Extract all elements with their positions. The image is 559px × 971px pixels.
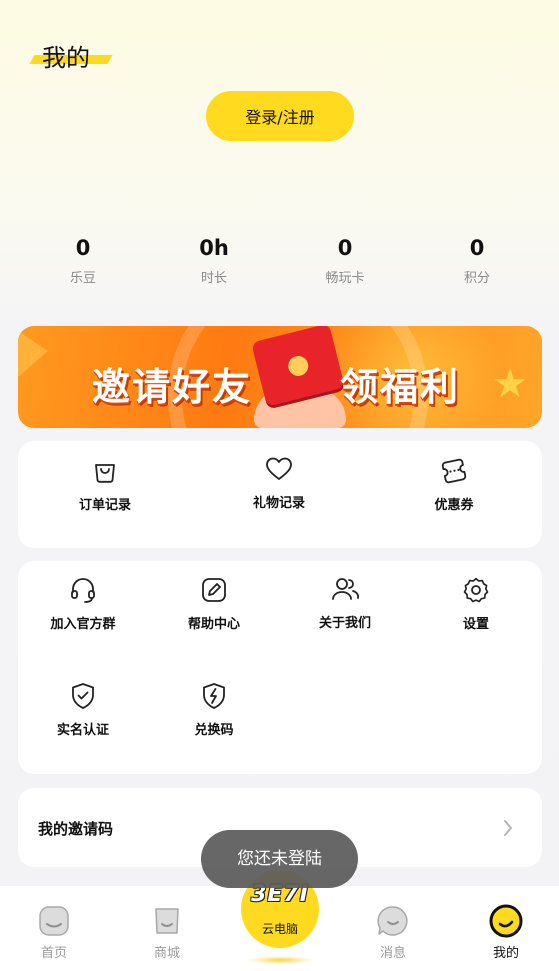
redeem-code-item[interactable]: 兑换码 xyxy=(154,681,274,738)
tab-shop-label: 商城 xyxy=(153,946,180,961)
invite-friends-banner[interactable]: 邀请好友 领福利 ★ xyxy=(18,326,542,428)
stat-label: 积分 xyxy=(463,271,490,286)
help-center-label: 帮助中心 xyxy=(187,617,240,632)
join-official-group-label: 加入官方群 xyxy=(50,617,116,632)
shield-check-icon xyxy=(72,683,94,709)
coupon-icon xyxy=(441,458,467,484)
settings-label: 设置 xyxy=(462,617,489,632)
not-logged-in-toast: 您还未登陆 xyxy=(201,830,358,888)
help-center-item[interactable]: 帮助中心 xyxy=(154,575,274,632)
home-icon xyxy=(39,906,69,936)
shop-icon xyxy=(155,908,179,934)
page-header: 我的 xyxy=(29,38,113,73)
tab-home[interactable]: 首页 xyxy=(14,904,94,961)
center-button-shadow xyxy=(246,956,314,964)
stat-value: 0h xyxy=(199,236,229,260)
shopping-bag-icon xyxy=(95,464,115,483)
gear-icon xyxy=(463,577,489,603)
join-official-group-item[interactable]: 加入官方群 xyxy=(23,575,143,632)
gift-records-item[interactable]: 礼物记录 xyxy=(219,454,339,511)
tab-messages[interactable]: 消息 xyxy=(353,904,433,961)
services-card: 加入官方群 帮助中心 关于我们 设置 实名认证 兑换码 xyxy=(18,561,542,774)
records-card: 订单记录 礼物记录 优惠券 xyxy=(18,441,542,548)
redeem-code-label: 兑换码 xyxy=(194,723,234,738)
settings-item[interactable]: 设置 xyxy=(416,575,536,632)
stat-points[interactable]: 0 积分 xyxy=(427,234,527,286)
coupons-label: 优惠券 xyxy=(434,498,474,513)
stat-value: 0 xyxy=(75,236,91,260)
message-icon xyxy=(377,906,408,936)
order-records-label: 订单记录 xyxy=(78,498,131,513)
stat-label: 时长 xyxy=(200,271,227,286)
invite-code-label: 我的邀请码 xyxy=(38,820,114,838)
stat-label: 畅玩卡 xyxy=(325,271,365,286)
chevron-right-icon xyxy=(504,820,512,836)
tab-messages-label: 消息 xyxy=(379,946,406,961)
stat-play-card[interactable]: 0 畅玩卡 xyxy=(295,234,395,286)
real-name-verification-item[interactable]: 实名认证 xyxy=(23,681,143,738)
login-register-button[interactable]: 登录/注册 xyxy=(206,91,354,141)
real-name-verification-label: 实名认证 xyxy=(56,723,109,738)
tab-shop[interactable]: 商城 xyxy=(127,904,207,961)
stat-value: 0 xyxy=(469,236,485,260)
star-icon: ★ xyxy=(492,361,528,407)
stat-value: 0 xyxy=(337,236,353,260)
users-icon xyxy=(332,578,360,600)
stat-ledou[interactable]: 0 乐豆 xyxy=(33,234,133,286)
tab-mine-label: 我的 xyxy=(492,946,519,961)
coupons-item[interactable]: 优惠券 xyxy=(394,456,514,513)
page-title: 我的 xyxy=(42,44,90,72)
profile-icon xyxy=(489,904,523,938)
cloud-pc-label: 云电脑 xyxy=(261,922,298,936)
about-us-item[interactable]: 关于我们 xyxy=(285,574,405,631)
stat-label: 乐豆 xyxy=(69,271,96,286)
tab-home-label: 首页 xyxy=(40,946,67,961)
banner-text-welfare: 领福利 xyxy=(340,365,461,409)
tab-mine[interactable]: 我的 xyxy=(466,904,546,961)
banner-triangle-decoration xyxy=(18,331,48,377)
heart-icon xyxy=(266,457,292,480)
banner-text-invite: 邀请好友 xyxy=(92,365,253,409)
bolt-shield-icon xyxy=(203,683,225,709)
pencil-icon xyxy=(202,578,226,602)
gift-records-label: 礼物记录 xyxy=(252,496,305,511)
order-records-item[interactable]: 订单记录 xyxy=(45,456,165,513)
headset-icon xyxy=(71,578,95,603)
stat-duration[interactable]: 0h 时长 xyxy=(164,234,264,286)
about-us-label: 关于我们 xyxy=(318,616,371,631)
